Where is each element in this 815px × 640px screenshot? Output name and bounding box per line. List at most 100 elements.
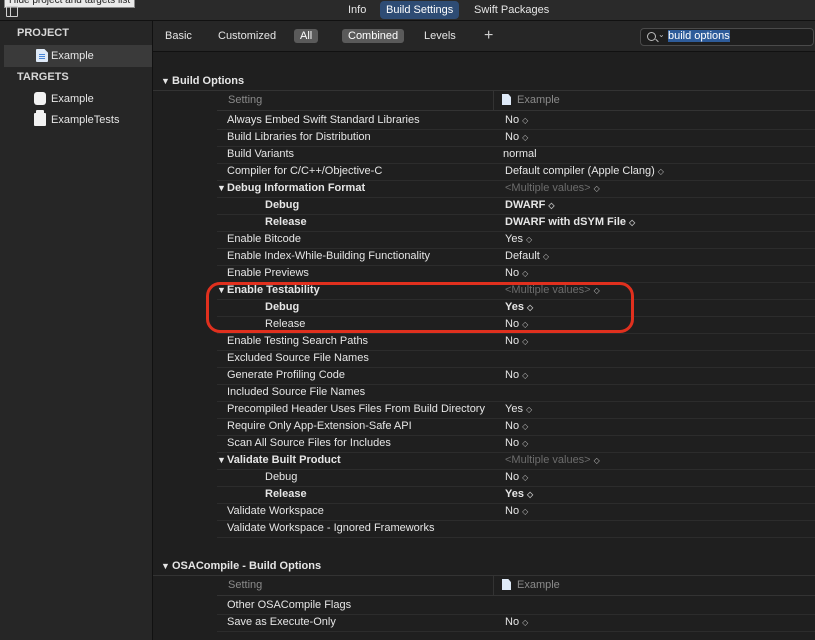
disclosure-triangle-icon[interactable]: ▼ — [217, 180, 226, 197]
popup-chevron-icon[interactable]: ◇ — [522, 439, 528, 448]
target-file-icon — [502, 94, 511, 105]
setting-row[interactable]: Validate Workspace - Ignored Frameworks — [217, 520, 815, 538]
section-osacompile-build-options[interactable]: ▼ OSACompile - Build Options — [153, 557, 815, 576]
setting-row[interactable]: Excluded Source File Names — [217, 350, 815, 368]
sidebar-item-project-example[interactable]: Example — [4, 45, 152, 67]
filter-basic[interactable]: Basic — [159, 29, 198, 43]
disclosure-triangle-icon[interactable]: ▼ — [161, 72, 170, 90]
popup-chevron-icon[interactable]: ◇ — [594, 456, 600, 465]
popup-chevron-icon[interactable]: ◇ — [522, 337, 528, 346]
setting-value[interactable]: Yes ◇ — [505, 231, 532, 248]
setting-row[interactable]: Compiler for C/C++/Objective-C Default co… — [217, 163, 815, 181]
popup-chevron-icon[interactable]: ◇ — [526, 235, 532, 244]
popup-chevron-icon[interactable]: ◇ — [526, 405, 532, 414]
setting-row[interactable]: Enable Previews No ◇ — [217, 265, 815, 283]
popup-chevron-icon[interactable]: ◇ — [543, 252, 549, 261]
setting-name: Validate Workspace — [227, 505, 324, 517]
setting-row[interactable]: Debug DWARF ◇ — [217, 197, 815, 215]
setting-row[interactable]: Enable Bitcode Yes ◇ — [217, 231, 815, 249]
setting-value[interactable]: No ◇ — [505, 333, 528, 350]
tab-swift-packages[interactable]: Swift Packages — [468, 1, 555, 19]
popup-chevron-icon[interactable]: ◇ — [629, 218, 635, 227]
setting-value[interactable]: DWARF ◇ — [505, 197, 554, 214]
popup-chevron-icon[interactable]: ◇ — [522, 133, 528, 142]
setting-value[interactable]: Default compiler (Apple Clang) ◇ — [505, 163, 664, 180]
popup-chevron-icon[interactable]: ◇ — [522, 473, 528, 482]
popup-chevron-icon[interactable]: ◇ — [594, 184, 600, 193]
setting-name: Generate Profiling Code — [227, 369, 346, 381]
disclosure-triangle-icon[interactable]: ▼ — [161, 557, 170, 575]
setting-value[interactable]: Default ◇ — [505, 248, 549, 265]
chevron-down-icon[interactable]: ⌄ — [658, 30, 665, 39]
setting-row[interactable]: Generate Profiling Code No ◇ — [217, 367, 815, 385]
setting-value[interactable]: No ◇ — [505, 469, 528, 486]
setting-value[interactable]: No ◇ — [505, 614, 528, 631]
popup-chevron-icon[interactable]: ◇ — [522, 618, 528, 627]
setting-column-label: Setting — [228, 579, 263, 591]
setting-row[interactable]: Release Yes ◇ — [217, 486, 815, 504]
setting-row[interactable]: ▼ Debug Information Format <Multiple value… — [217, 180, 815, 198]
popup-chevron-icon[interactable]: ◇ — [522, 371, 528, 380]
tab-build-settings[interactable]: Build Settings — [380, 1, 460, 19]
setting-name: Excluded Source File Names — [227, 352, 369, 364]
setting-name: Enable Bitcode — [227, 233, 301, 245]
setting-row[interactable]: Validate Workspace No ◇ — [217, 503, 815, 521]
project-header: PROJECT — [17, 27, 69, 39]
setting-value[interactable]: No ◇ — [505, 503, 528, 520]
setting-row[interactable]: ▼ Validate Built Product <Multiple values>… — [217, 452, 815, 470]
project-file-icon — [36, 49, 48, 62]
column-header: Setting Example — [217, 575, 815, 596]
tab-info[interactable]: Info — [342, 1, 372, 19]
popup-chevron-icon[interactable]: ◇ — [658, 167, 664, 176]
setting-column-label: Setting — [228, 94, 263, 106]
filter-combined[interactable]: Combined — [342, 29, 405, 43]
section-build-options[interactable]: ▼ Build Options — [153, 72, 815, 91]
filter-customized[interactable]: Customized — [212, 29, 282, 43]
setting-row[interactable]: Always Embed Swift Standard Libraries No ◇ — [217, 112, 815, 130]
setting-value[interactable]: No ◇ — [505, 129, 528, 146]
sidebar-toggle-icon[interactable] — [6, 6, 18, 17]
sidebar-item-target-example[interactable]: Example — [4, 88, 152, 110]
target-column-label: Example — [493, 575, 560, 595]
column-header: Setting Example — [217, 90, 815, 111]
setting-row[interactable]: Other OSACompile Flags — [217, 597, 815, 615]
popup-chevron-icon[interactable]: ◇ — [522, 422, 528, 431]
setting-row[interactable]: Require Only App-Extension-Safe API No ◇ — [217, 418, 815, 436]
popup-chevron-icon[interactable]: ◇ — [522, 269, 528, 278]
setting-row[interactable]: Enable Index-While-Building Functionalit… — [217, 248, 815, 266]
setting-value[interactable]: No ◇ — [505, 112, 528, 129]
search-input[interactable]: build options — [668, 30, 808, 43]
setting-row[interactable]: Release DWARF with dSYM File ◇ — [217, 214, 815, 232]
setting-row[interactable]: Precompiled Header Uses Files From Build… — [217, 401, 815, 419]
setting-value[interactable]: No ◇ — [505, 435, 528, 452]
setting-value[interactable]: Yes ◇ — [505, 401, 532, 418]
popup-chevron-icon[interactable]: ◇ — [527, 490, 533, 499]
popup-chevron-icon[interactable]: ◇ — [522, 116, 528, 125]
setting-value[interactable]: No ◇ — [505, 418, 528, 435]
search-field[interactable]: ⌄ build options — [640, 28, 814, 46]
setting-row[interactable]: Enable Testing Search Paths No ◇ — [217, 333, 815, 351]
sidebar-item-target-exampletests[interactable]: ExampleTests — [4, 109, 152, 131]
add-setting-button[interactable]: + — [484, 27, 493, 45]
popup-chevron-icon[interactable]: ◇ — [522, 507, 528, 516]
disclosure-triangle-icon[interactable]: ▼ — [217, 452, 226, 469]
setting-value[interactable]: No ◇ — [505, 367, 528, 384]
setting-value[interactable]: Yes ◇ — [505, 486, 533, 503]
setting-row[interactable]: Scan All Source Files for Includes No ◇ — [217, 435, 815, 453]
setting-value[interactable]: No ◇ — [505, 265, 528, 282]
setting-row[interactable]: Included Source File Names — [217, 384, 815, 402]
setting-row[interactable]: Build Libraries for Distribution No ◇ — [217, 129, 815, 147]
setting-row[interactable]: Save as Execute-Only No ◇ — [217, 614, 815, 632]
setting-value[interactable]: normal — [503, 146, 537, 163]
filter-all[interactable]: All — [294, 29, 319, 43]
filter-levels[interactable]: Levels — [418, 29, 462, 43]
setting-value[interactable]: DWARF with dSYM File ◇ — [505, 214, 635, 231]
target-column-label: Example — [493, 90, 560, 110]
setting-row[interactable]: Build Variants normal — [217, 146, 815, 164]
setting-value[interactable]: <Multiple values> ◇ — [505, 452, 600, 469]
search-icon[interactable] — [647, 32, 656, 41]
setting-value[interactable]: <Multiple values> ◇ — [505, 180, 600, 197]
filter-bar: Basic Customized All Combined Levels + ⌄… — [153, 21, 815, 52]
setting-row[interactable]: Debug No ◇ — [217, 469, 815, 487]
popup-chevron-icon[interactable]: ◇ — [548, 201, 554, 210]
